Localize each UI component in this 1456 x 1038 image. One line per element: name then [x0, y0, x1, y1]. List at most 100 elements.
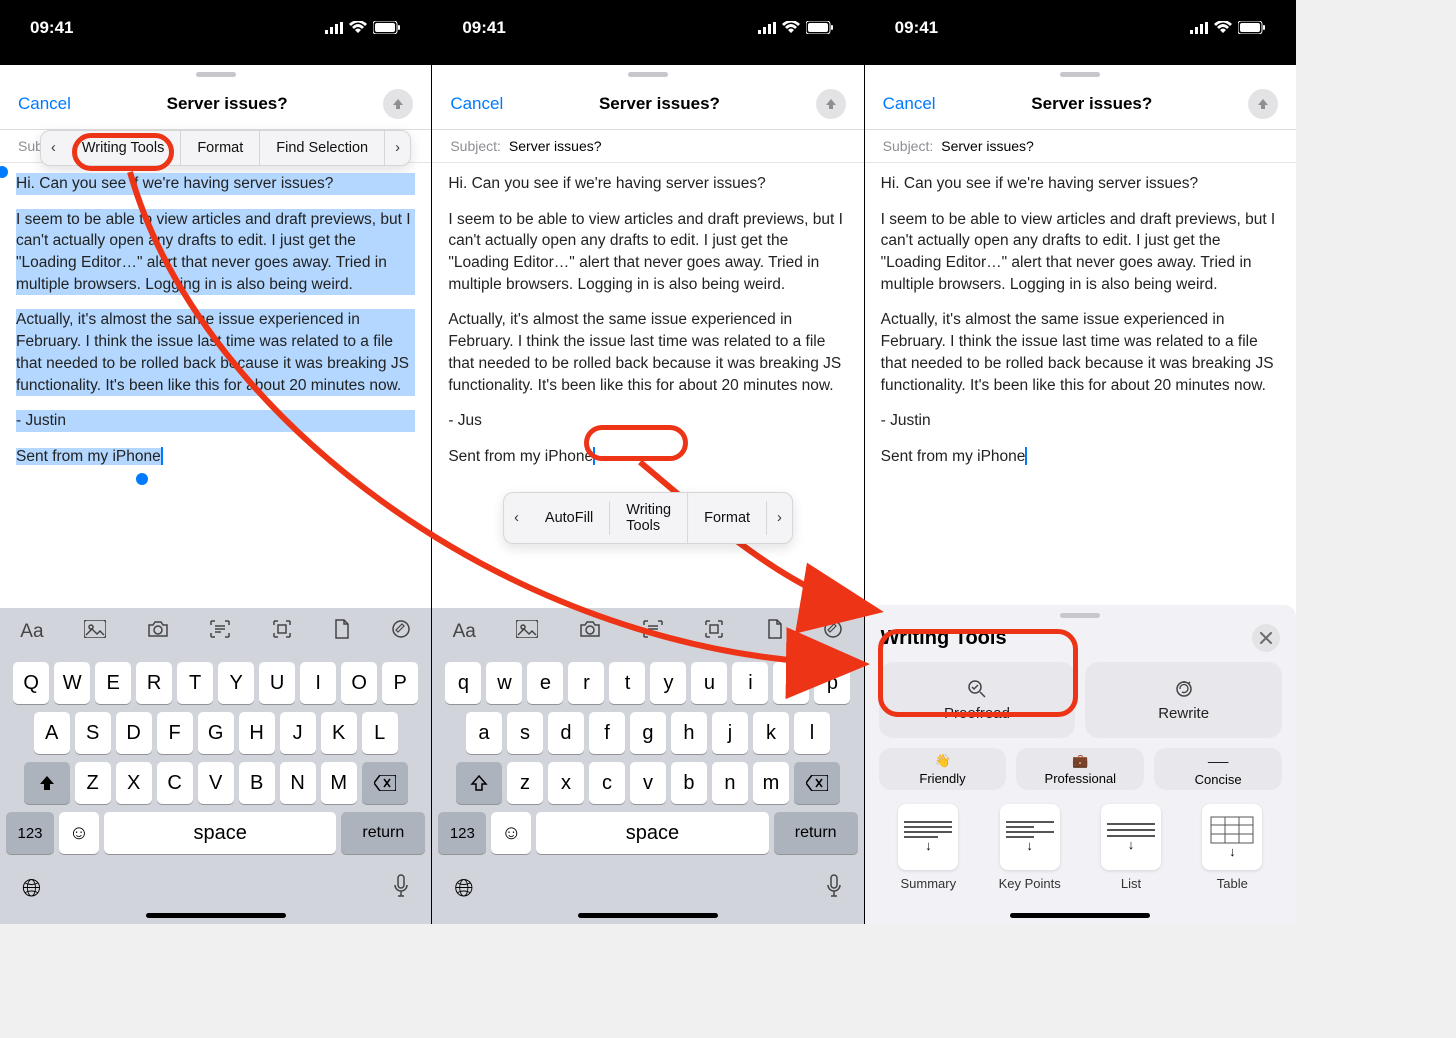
key-o[interactable]: O — [341, 662, 377, 704]
space-key[interactable]: space — [104, 812, 336, 854]
send-button[interactable] — [383, 89, 413, 119]
key-g[interactable]: G — [198, 712, 234, 754]
key-i[interactable]: I — [300, 662, 336, 704]
subject-row[interactable]: Subject: Server issues? — [432, 130, 863, 163]
scan-text-icon[interactable] — [209, 619, 231, 645]
shift-key[interactable] — [24, 762, 70, 804]
selection-end-handle[interactable] — [136, 473, 148, 485]
friendly-button[interactable]: 👋 Friendly — [879, 748, 1007, 790]
key-x[interactable]: X — [116, 762, 152, 804]
proofread-button[interactable]: Proofread — [879, 662, 1076, 738]
subject-row[interactable]: Subject: S ‹ Writing Tools Format Find S… — [0, 130, 431, 163]
key-i[interactable]: i — [732, 662, 768, 704]
key-k[interactable]: K — [321, 712, 357, 754]
key-f[interactable]: f — [589, 712, 625, 754]
key-o[interactable]: o — [773, 662, 809, 704]
menu-prev-icon[interactable]: ‹ — [504, 501, 529, 535]
key-e[interactable]: E — [95, 662, 131, 704]
globe-icon[interactable]: 🌐︎ — [454, 875, 473, 903]
numeric-key[interactable]: 123 — [6, 812, 54, 854]
key-e[interactable]: e — [527, 662, 563, 704]
key-points-option[interactable]: ↓ Key Points — [986, 804, 1073, 891]
list-option[interactable]: ↓ List — [1087, 804, 1174, 891]
menu-next-icon[interactable]: › — [767, 501, 792, 535]
key-h[interactable]: h — [671, 712, 707, 754]
key-p[interactable]: P — [382, 662, 418, 704]
backspace-key[interactable] — [794, 762, 840, 804]
keyboard[interactable]: QWERTYUIOP ASDFGHJKL ZXCVBNM 123 ☺ space… — [0, 656, 431, 866]
key-u[interactable]: u — [691, 662, 727, 704]
sheet-handle[interactable] — [432, 65, 863, 83]
photo-library-icon[interactable] — [516, 620, 538, 644]
key-g[interactable]: g — [630, 712, 666, 754]
key-l[interactable]: L — [362, 712, 398, 754]
attachment-icon[interactable] — [765, 618, 783, 646]
menu-item-autofill[interactable]: AutoFill — [529, 501, 610, 535]
rewrite-button[interactable]: Rewrite — [1085, 662, 1282, 738]
home-indicator[interactable] — [146, 913, 286, 918]
scan-document-icon[interactable] — [704, 619, 724, 645]
key-w[interactable]: w — [486, 662, 522, 704]
key-h[interactable]: H — [239, 712, 275, 754]
keyboard[interactable]: qwertyuiop asdfghjkl zxcvbnm 123 ☺ space… — [432, 656, 863, 866]
numeric-key[interactable]: 123 — [438, 812, 486, 854]
sheet-handle[interactable] — [865, 65, 1296, 83]
markup-icon[interactable] — [391, 619, 411, 645]
menu-item-find-selection[interactable]: Find Selection — [260, 131, 385, 165]
menu-next-icon[interactable]: › — [385, 131, 410, 165]
emoji-key[interactable]: ☺ — [59, 812, 99, 854]
key-c[interactable]: C — [157, 762, 193, 804]
cancel-button[interactable]: Cancel — [450, 94, 503, 114]
home-indicator[interactable] — [1010, 913, 1150, 918]
markup-icon[interactable] — [823, 619, 843, 645]
email-body[interactable]: Hi. Can you see if we're having server i… — [865, 163, 1296, 605]
text-format-icon[interactable]: Aa — [453, 621, 476, 643]
send-button[interactable] — [1248, 89, 1278, 119]
menu-item-format[interactable]: Format — [688, 501, 767, 535]
key-f[interactable]: F — [157, 712, 193, 754]
key-p[interactable]: p — [814, 662, 850, 704]
menu-item-writing-tools[interactable]: Writing Tools — [66, 131, 181, 165]
text-format-icon[interactable]: Aa — [20, 621, 43, 643]
attachment-icon[interactable] — [332, 618, 350, 646]
menu-item-writing-tools[interactable]: Writing Tools — [610, 493, 688, 543]
scan-text-icon[interactable] — [642, 619, 664, 645]
scan-document-icon[interactable] — [272, 619, 292, 645]
key-c[interactable]: c — [589, 762, 625, 804]
key-r[interactable]: r — [568, 662, 604, 704]
cancel-button[interactable]: Cancel — [883, 94, 936, 114]
key-d[interactable]: d — [548, 712, 584, 754]
key-n[interactable]: N — [280, 762, 316, 804]
key-b[interactable]: b — [671, 762, 707, 804]
key-b[interactable]: B — [239, 762, 275, 804]
key-k[interactable]: k — [753, 712, 789, 754]
space-key[interactable]: space — [536, 812, 768, 854]
return-key[interactable]: return — [341, 812, 425, 854]
key-z[interactable]: Z — [75, 762, 111, 804]
key-v[interactable]: V — [198, 762, 234, 804]
summary-option[interactable]: ↓ Summary — [885, 804, 972, 891]
key-s[interactable]: s — [507, 712, 543, 754]
key-v[interactable]: v — [630, 762, 666, 804]
menu-item-format[interactable]: Format — [181, 131, 260, 165]
sheet-handle[interactable] — [0, 65, 431, 83]
key-y[interactable]: y — [650, 662, 686, 704]
panel-handle[interactable] — [1060, 613, 1100, 618]
key-t[interactable]: t — [609, 662, 645, 704]
shift-key[interactable] — [456, 762, 502, 804]
globe-icon[interactable]: 🌐︎ — [22, 875, 41, 903]
camera-icon[interactable] — [147, 620, 169, 644]
key-z[interactable]: z — [507, 762, 543, 804]
key-n[interactable]: n — [712, 762, 748, 804]
key-q[interactable]: Q — [13, 662, 49, 704]
concise-button[interactable]: ⸺ Concise — [1154, 748, 1282, 790]
key-x[interactable]: x — [548, 762, 584, 804]
cancel-button[interactable]: Cancel — [18, 94, 71, 114]
key-y[interactable]: Y — [218, 662, 254, 704]
key-r[interactable]: R — [136, 662, 172, 704]
dictation-icon[interactable] — [393, 874, 409, 903]
dictation-icon[interactable] — [826, 874, 842, 903]
key-l[interactable]: l — [794, 712, 830, 754]
subject-row[interactable]: Subject: Server issues? — [865, 130, 1296, 163]
menu-prev-icon[interactable]: ‹ — [41, 131, 66, 165]
